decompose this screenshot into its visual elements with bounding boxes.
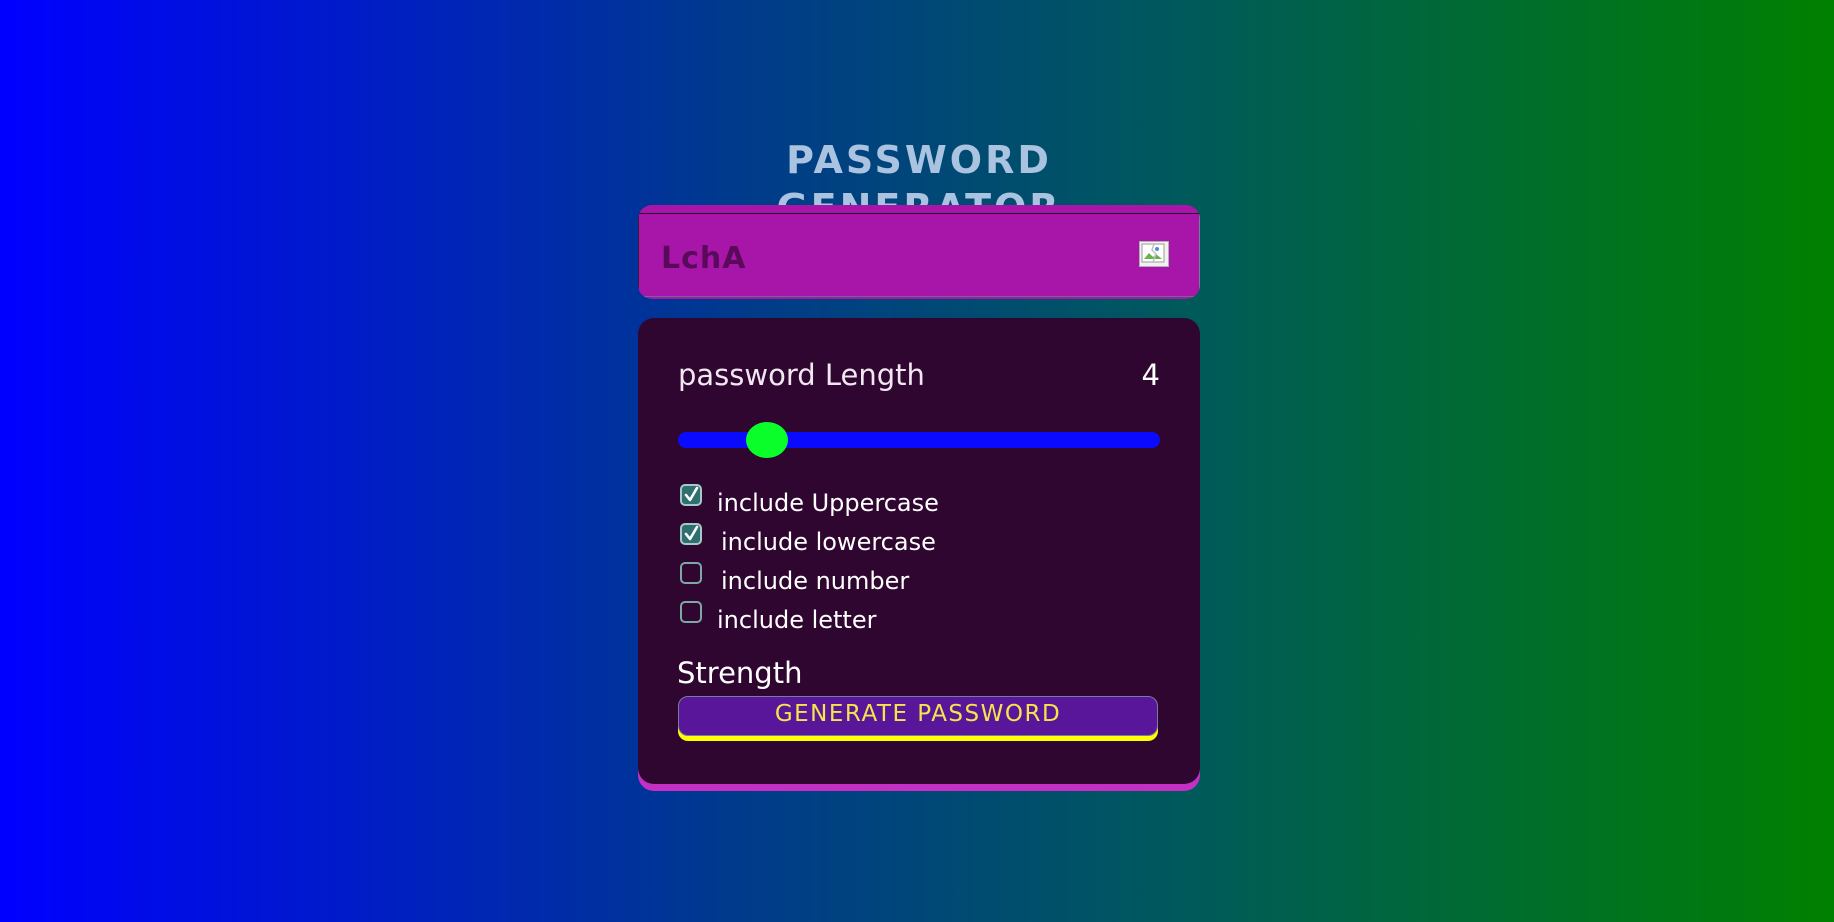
lowercase-label: include lowercase [721,528,936,556]
number-label: include number [721,567,910,595]
password-output: LchA [661,241,747,276]
lowercase-checkbox[interactable] [680,523,702,545]
length-value: 4 [1141,358,1160,392]
length-label: password Length [678,358,925,392]
length-slider-thumb[interactable] [746,422,789,458]
checkmark-icon [684,525,699,541]
letter-checkbox[interactable] [680,601,702,623]
password-display-field: LchA [638,213,1200,297]
number-checkbox[interactable] [680,562,702,584]
uppercase-label: include Uppercase [717,489,939,517]
generate-password-label: GENERATE PASSWORD [774,701,1062,727]
length-slider[interactable] [678,422,1160,458]
letter-label: include letter [717,606,877,634]
settings-panel: password Length 4 include Uppercase incl… [638,318,1200,784]
generate-password-button[interactable]: GENERATE PASSWORD [678,696,1158,736]
password-display: LchA [638,205,1200,299]
checkmark-icon [684,486,699,502]
uppercase-checkbox[interactable] [680,484,702,506]
strength-label: Strength [677,656,803,690]
copy-button[interactable] [1139,241,1169,267]
broken-image-icon [1140,242,1168,266]
